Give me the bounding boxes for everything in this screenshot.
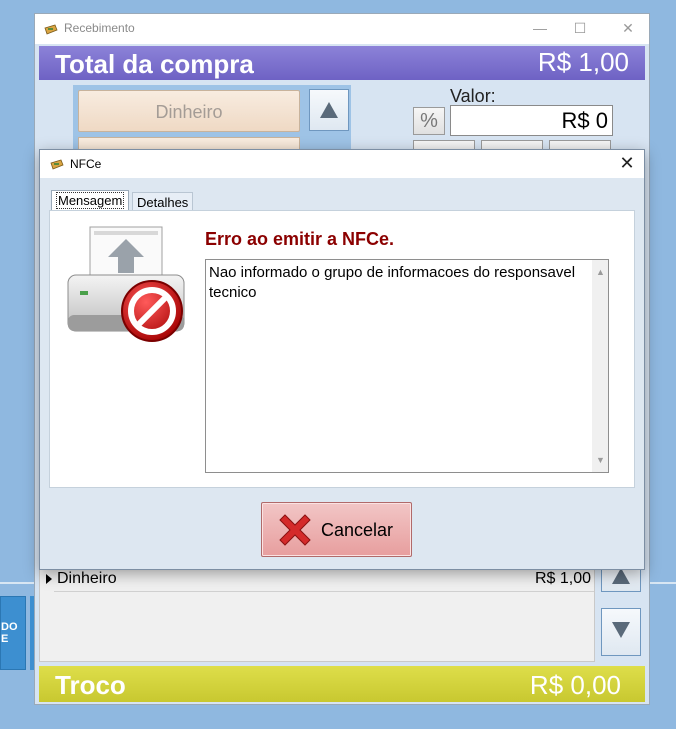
scroll-up-icon[interactable]: ▲ xyxy=(596,262,605,282)
percent-button[interactable]: % xyxy=(413,107,445,135)
close-icon[interactable]: ✕ xyxy=(613,18,643,38)
table-row[interactable]: Dinheiro R$ 1,00 xyxy=(40,570,594,592)
total-label: Total da compra xyxy=(55,49,254,79)
valor-input[interactable]: R$ 0 xyxy=(450,105,613,136)
cancel-x-icon xyxy=(276,511,314,554)
error-message-text: Nao informado o grupo de informacoes do … xyxy=(209,264,576,301)
row-selector-icon xyxy=(46,574,52,584)
scroll-down-icon[interactable]: ▼ xyxy=(596,450,605,470)
app-icon xyxy=(50,158,64,176)
troco-label: Troco xyxy=(55,670,126,700)
error-message-textarea[interactable]: Nao informado o grupo de informacoes do … xyxy=(205,259,609,473)
desktop-tile[interactable]: DO E xyxy=(0,596,26,670)
row-divider xyxy=(54,591,594,592)
maximize-icon[interactable]: ☐ xyxy=(565,18,595,38)
window-title: Recebimento xyxy=(64,21,135,35)
total-value: R$ 1,00 xyxy=(537,47,629,77)
tab-detalhes[interactable]: Detalhes xyxy=(132,192,194,210)
arrow-down-icon xyxy=(612,622,630,638)
message-scrollbar[interactable]: ▲ ▼ xyxy=(592,260,608,472)
dialog-title-bar[interactable]: NFCe ✕ xyxy=(40,150,644,178)
minimize-icon[interactable]: — xyxy=(525,18,555,38)
arrow-up-icon xyxy=(320,102,338,118)
payments-grid: Dinheiro R$ 1,00 xyxy=(39,566,595,662)
app-icon xyxy=(44,23,58,41)
payment-scroll-up-button[interactable] xyxy=(309,89,349,131)
cancel-button[interactable]: Cancelar xyxy=(261,502,412,557)
total-bar: Total da compra R$ 1,00 xyxy=(39,46,645,80)
message-tab-panel: Erro ao emitir a NFCe. Nao informado o g… xyxy=(49,210,635,488)
desktop-tile-label: DO E xyxy=(1,621,18,645)
printer-error-icon xyxy=(64,225,194,360)
valor-label: Valor: xyxy=(450,86,496,106)
cancel-button-label: Cancelar xyxy=(321,520,394,540)
grid-scroll-down-button[interactable] xyxy=(601,608,641,656)
title-bar[interactable]: Recebimento — ☐ ✕ xyxy=(35,14,649,44)
row-payment-name: Dinheiro xyxy=(57,570,117,587)
arrow-up-icon xyxy=(612,568,630,584)
row-payment-value: R$ 1,00 xyxy=(534,570,591,587)
close-icon[interactable]: ✕ xyxy=(616,152,638,174)
troco-value: R$ 0,00 xyxy=(529,670,621,700)
troco-bar: Troco R$ 0,00 xyxy=(39,666,645,702)
dialog-title: NFCe xyxy=(70,157,102,171)
payment-dinheiro-button[interactable]: Dinheiro xyxy=(78,90,300,132)
tab-mensagem-label: Mensagem xyxy=(56,192,125,209)
nfce-dialog: NFCe ✕ Mensagem Detalhes Erro ao emitir … xyxy=(39,149,645,570)
tab-mensagem[interactable]: Mensagem xyxy=(51,190,130,210)
error-title: Erro ao emitir a NFCe. xyxy=(205,229,395,249)
